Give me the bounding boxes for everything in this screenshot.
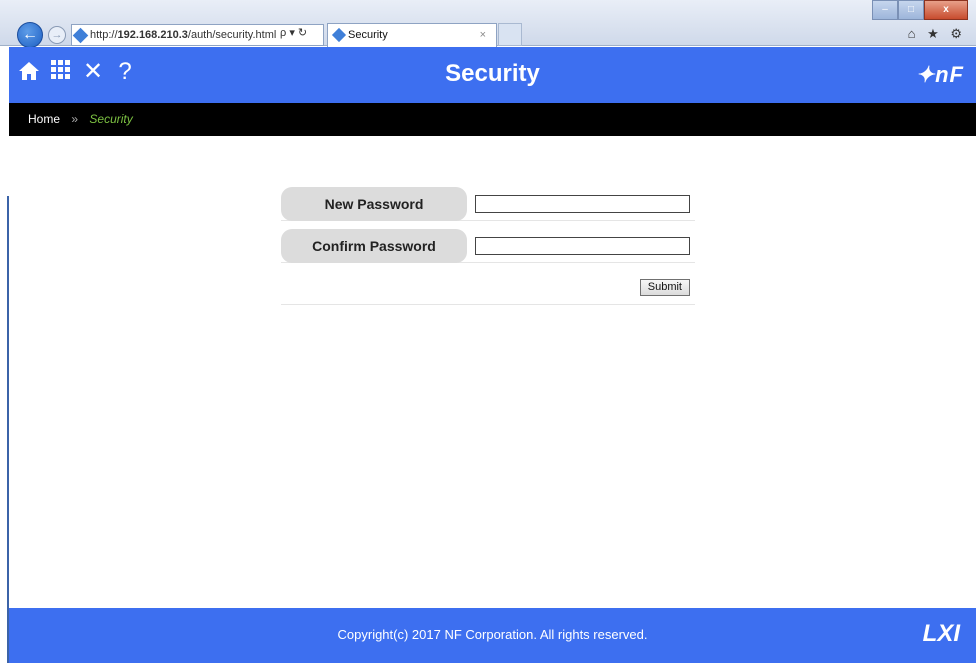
submit-row: Submit bbox=[281, 271, 695, 305]
forward-button[interactable]: → bbox=[48, 26, 66, 44]
address-url-path: /auth/security.html bbox=[187, 29, 277, 41]
breadcrumb: Home » Security bbox=[9, 103, 976, 136]
window-controls: – □ x bbox=[872, 0, 968, 20]
breadcrumb-home-link[interactable]: Home bbox=[28, 112, 60, 126]
new-password-row: New Password bbox=[281, 187, 695, 221]
confirm-password-row: Confirm Password bbox=[281, 229, 695, 263]
address-search-refresh-icon[interactable]: ρ ▾ ↻ bbox=[280, 26, 307, 39]
new-password-label: New Password bbox=[281, 187, 467, 221]
browser-window: ← → http://192.168.210.3/auth/security.h… bbox=[0, 0, 976, 663]
security-form: New Password Confirm Password Submit bbox=[281, 187, 695, 305]
confirm-password-field[interactable] bbox=[475, 237, 690, 255]
window-edge bbox=[0, 46, 9, 663]
maximize-button[interactable]: □ bbox=[898, 0, 924, 20]
breadcrumb-current: Security bbox=[89, 112, 133, 126]
address-url-prefix: http:// bbox=[90, 29, 118, 41]
app-header: ✕ ? Security ✦nF bbox=[9, 47, 976, 103]
minimize-button[interactable]: – bbox=[872, 0, 898, 20]
breadcrumb-separator: » bbox=[71, 112, 79, 126]
submit-button[interactable]: Submit bbox=[639, 279, 690, 296]
footer: Copyright(c) 2017 NF Corporation. All ri… bbox=[9, 608, 976, 663]
browser-toolbar: ← → http://192.168.210.3/auth/security.h… bbox=[0, 0, 976, 48]
tab-security[interactable]: Security × bbox=[327, 23, 497, 47]
new-tab-button[interactable] bbox=[498, 23, 522, 46]
tab-close-icon[interactable]: × bbox=[480, 24, 486, 46]
back-button[interactable]: ← bbox=[17, 22, 43, 48]
page-title: Security bbox=[445, 60, 540, 87]
nf-logo: ✦nF bbox=[915, 62, 964, 87]
confirm-password-label: Confirm Password bbox=[281, 229, 467, 263]
lxi-logo: LXI bbox=[922, 620, 960, 647]
site-favicon-icon bbox=[72, 27, 89, 44]
new-password-field[interactable] bbox=[475, 195, 690, 213]
address-url-host: 192.168.210.3 bbox=[117, 29, 188, 41]
copyright-text: Copyright(c) 2017 NF Corporation. All ri… bbox=[337, 627, 648, 642]
close-window-button[interactable]: x bbox=[924, 0, 968, 20]
tab-favicon-icon bbox=[331, 27, 347, 43]
tab-title: Security bbox=[348, 29, 388, 41]
home-favorites-settings-icons[interactable]: ⌂ ★ ⚙ bbox=[908, 26, 966, 42]
